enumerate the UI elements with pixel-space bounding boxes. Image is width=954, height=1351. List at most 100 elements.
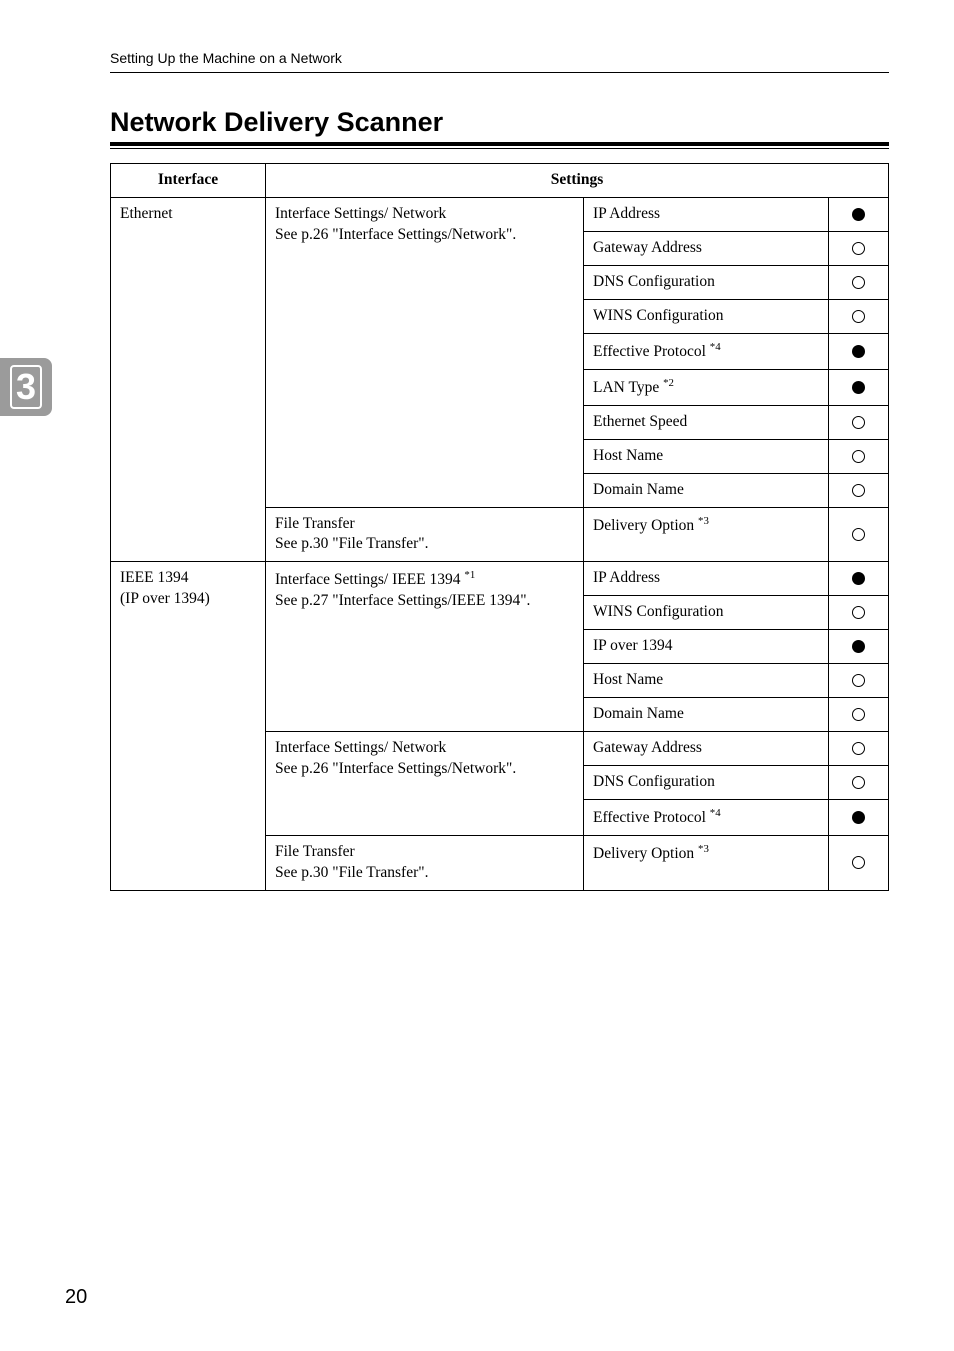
setting-label: LAN Type (593, 379, 663, 396)
hollow-circle-icon (852, 742, 865, 755)
setting-cell: Effective Protocol *4 (584, 799, 829, 835)
table-row: IEEE 1394 (IP over 1394) Interface Setti… (111, 562, 889, 596)
setting-cell: WINS Configuration (584, 299, 829, 333)
filled-circle-icon (852, 640, 865, 653)
block-cell: Interface Settings/ IEEE 1394 *1 See p.2… (266, 562, 584, 732)
setting-cell: Delivery Option *3 (584, 507, 829, 562)
hollow-circle-icon (852, 674, 865, 687)
section-heading: Network Delivery Scanner (110, 107, 889, 138)
mark-cell (829, 664, 889, 698)
interface-cell: IEEE 1394 (IP over 1394) (111, 562, 266, 890)
settings-table: Interface Settings Ethernet Interface Se… (110, 163, 889, 891)
page-number: 20 (65, 1286, 87, 1309)
setting-label: Delivery Option (593, 845, 698, 862)
block-label: Interface Settings/ IEEE 1394 (275, 572, 464, 589)
mark-cell (829, 439, 889, 473)
filled-circle-icon (852, 381, 865, 394)
setting-cell: Gateway Address (584, 731, 829, 765)
filled-circle-icon (852, 208, 865, 221)
setting-label: Host Name (593, 671, 663, 688)
col-interface: Interface (111, 164, 266, 198)
interface-label: Ethernet (120, 205, 173, 222)
setting-cell: DNS Configuration (584, 765, 829, 799)
hollow-circle-icon (852, 856, 865, 869)
setting-cell: Ethernet Speed (584, 405, 829, 439)
setting-label: Delivery Option (593, 517, 698, 534)
hollow-circle-icon (852, 484, 865, 497)
setting-label: IP over 1394 (593, 637, 673, 654)
setting-label: Ethernet Speed (593, 413, 687, 430)
setting-cell: Effective Protocol *4 (584, 333, 829, 369)
setting-sup: *4 (710, 807, 721, 819)
section-tab-number: 3 (10, 365, 42, 409)
mark-cell (829, 596, 889, 630)
hollow-circle-icon (852, 242, 865, 255)
hollow-circle-icon (852, 708, 865, 721)
page-body: Setting Up the Machine on a Network Netw… (0, 0, 954, 891)
block-note: See p.30 "File Transfer". (275, 535, 428, 552)
section-rule-thick (110, 142, 889, 146)
setting-label: Effective Protocol (593, 343, 710, 360)
filled-circle-icon (852, 345, 865, 358)
mark-cell (829, 835, 889, 890)
mark-cell (829, 473, 889, 507)
setting-cell: Gateway Address (584, 231, 829, 265)
setting-cell: IP over 1394 (584, 630, 829, 664)
hollow-circle-icon (852, 776, 865, 789)
block-cell: File Transfer See p.30 "File Transfer". (266, 835, 584, 890)
setting-cell: Host Name (584, 439, 829, 473)
mark-cell (829, 731, 889, 765)
mark-cell (829, 299, 889, 333)
col-settings: Settings (266, 164, 889, 198)
mark-cell (829, 405, 889, 439)
block-note: See p.26 "Interface Settings/Network". (275, 226, 516, 243)
block-note: See p.30 "File Transfer". (275, 864, 428, 881)
hollow-circle-icon (852, 450, 865, 463)
setting-cell: Domain Name (584, 698, 829, 732)
hollow-circle-icon (852, 310, 865, 323)
block-label: Interface Settings/ Network (275, 739, 446, 756)
setting-cell: IP Address (584, 197, 829, 231)
filled-circle-icon (852, 572, 865, 585)
setting-label: Domain Name (593, 705, 684, 722)
setting-cell: IP Address (584, 562, 829, 596)
setting-sup: *4 (710, 341, 721, 353)
table-header-row: Interface Settings (111, 164, 889, 198)
mark-cell (829, 333, 889, 369)
block-note: See p.27 "Interface Settings/IEEE 1394". (275, 592, 530, 609)
setting-cell: WINS Configuration (584, 596, 829, 630)
setting-label: Effective Protocol (593, 809, 710, 826)
section-tab: 3 (0, 358, 52, 416)
running-head-rule (110, 72, 889, 73)
table-row: Ethernet Interface Settings/ Network See… (111, 197, 889, 231)
mark-cell (829, 765, 889, 799)
mark-cell (829, 197, 889, 231)
running-head: Setting Up the Machine on a Network (110, 50, 889, 66)
mark-cell (829, 562, 889, 596)
block-note: See p.26 "Interface Settings/Network". (275, 760, 516, 777)
interface-label: IEEE 1394 (120, 569, 188, 586)
interface-sub: (IP over 1394) (120, 590, 210, 607)
mark-cell (829, 231, 889, 265)
section-rule-thin (110, 148, 889, 149)
setting-cell: Host Name (584, 664, 829, 698)
interface-cell: Ethernet (111, 197, 266, 561)
block-label: Interface Settings/ Network (275, 205, 446, 222)
setting-sup: *3 (698, 843, 709, 855)
block-cell: File Transfer See p.30 "File Transfer". (266, 507, 584, 562)
setting-label: DNS Configuration (593, 273, 715, 290)
mark-cell (829, 698, 889, 732)
setting-cell: LAN Type *2 (584, 369, 829, 405)
hollow-circle-icon (852, 416, 865, 429)
mark-cell (829, 265, 889, 299)
hollow-circle-icon (852, 276, 865, 289)
setting-label: DNS Configuration (593, 773, 715, 790)
setting-sup: *2 (663, 377, 674, 389)
filled-circle-icon (852, 811, 865, 824)
setting-label: WINS Configuration (593, 603, 723, 620)
setting-label: IP Address (593, 205, 660, 222)
block-cell: Interface Settings/ Network See p.26 "In… (266, 731, 584, 835)
setting-cell: Domain Name (584, 473, 829, 507)
setting-label: Gateway Address (593, 739, 702, 756)
setting-cell: Delivery Option *3 (584, 835, 829, 890)
